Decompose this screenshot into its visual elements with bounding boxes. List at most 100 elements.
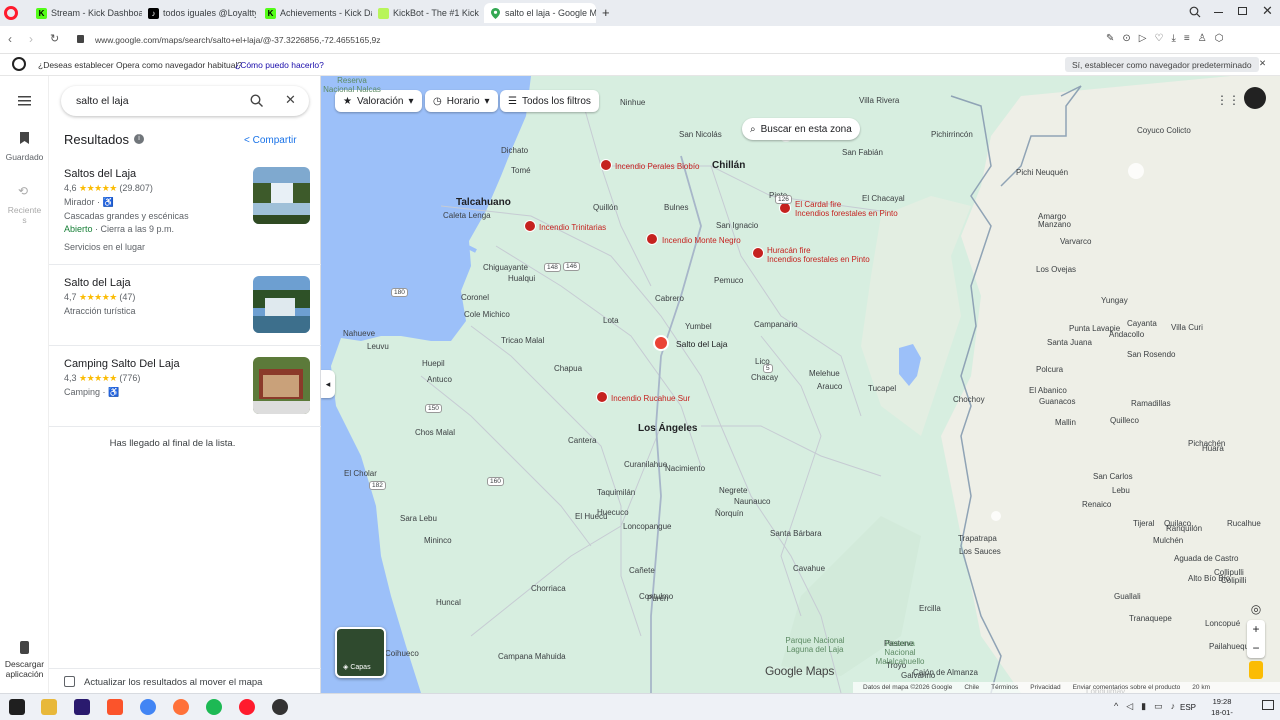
result-title[interactable]: Salto del Laja [64, 277, 131, 289]
place-label[interactable]: Guallali [1114, 592, 1141, 601]
place-label[interactable]: Chorriaca [531, 584, 566, 593]
city-label[interactable]: Chillán [712, 160, 745, 171]
place-label[interactable]: Coronel [461, 293, 489, 302]
extensions-icon[interactable]: ⬡ [1215, 33, 1224, 44]
place-label[interactable]: Caleta Lenga [443, 211, 491, 220]
edit-icon[interactable]: ✎ [1106, 33, 1114, 44]
place-label[interactable]: Polcura [1036, 365, 1063, 374]
menu-icon[interactable]: ≡ [1184, 33, 1190, 44]
place-label[interactable]: Guanacos [1039, 397, 1075, 406]
city-label[interactable]: Talcahuano [456, 197, 511, 208]
network-icon[interactable]: ▭ [1154, 701, 1163, 712]
place-label[interactable]: San Ignacio [716, 221, 758, 230]
place-label[interactable]: San Carlos [1093, 472, 1133, 481]
search-this-area-button[interactable]: ⌕ Buscar en esta zona [742, 118, 860, 140]
obs-icon[interactable] [272, 699, 288, 715]
place-label[interactable]: Lebu [1112, 486, 1130, 495]
camera-icon[interactable]: ⊙ [1122, 33, 1130, 44]
bookmark-icon[interactable] [20, 132, 29, 144]
place-label[interactable]: Aguada de Castro [1174, 554, 1239, 563]
place-label[interactable]: Manzano [1038, 220, 1071, 229]
place-label[interactable]: Chos Malal [415, 428, 455, 437]
selected-place-pin-icon[interactable] [653, 335, 669, 351]
filter-hours-chip[interactable]: ◷ Horario ▾ [425, 90, 498, 112]
place-label[interactable]: Campanario [754, 320, 798, 329]
place-label[interactable]: Pichirrincón [931, 130, 973, 139]
forward-icon[interactable]: › [29, 32, 33, 46]
file-explorer-icon[interactable] [41, 699, 57, 715]
place-label[interactable]: Lota [603, 316, 619, 325]
place-label[interactable]: Cajón de Almanza [913, 668, 978, 677]
history-icon[interactable]: ⟲ [18, 184, 28, 198]
place-label[interactable]: Mulchén [1153, 536, 1183, 545]
place-label[interactable]: El Abanico [1029, 386, 1067, 395]
close-window-icon[interactable]: ✕ [1262, 3, 1273, 19]
my-location-icon[interactable]: ◎ [1247, 600, 1265, 618]
place-label[interactable]: Loncopangue [623, 522, 672, 531]
fire-label[interactable]: Huracán fire Incendios forestales en Pint… [767, 246, 870, 264]
place-label[interactable]: San Rosendo [1127, 350, 1175, 359]
language-indicator[interactable]: ESP [1180, 703, 1196, 712]
place-label[interactable]: Chiguayante [483, 263, 528, 272]
share-button[interactable]: < Compartir [244, 135, 297, 146]
brave-icon[interactable] [107, 699, 123, 715]
street-view-pegman-icon[interactable] [1249, 661, 1263, 679]
premiere-icon[interactable] [74, 699, 90, 715]
place-label[interactable]: Naunauco [734, 497, 770, 506]
fire-label[interactable]: Incendio Monte Negro [662, 236, 741, 245]
place-label[interactable]: San Nicolás [679, 130, 722, 139]
zoom-in-button[interactable]: + [1247, 620, 1265, 639]
back-icon[interactable]: ‹ [8, 32, 12, 46]
place-label[interactable]: Chacay [751, 373, 778, 382]
heart-icon[interactable]: ♡ [1154, 33, 1163, 44]
place-label[interactable]: Cayanta [1127, 319, 1157, 328]
mic-icon[interactable]: ▮ [1141, 701, 1146, 712]
all-filters-chip[interactable]: ☰ Todos los filtros [500, 90, 599, 112]
set-default-button[interactable]: Sí, establecer como navegador predetermi… [1065, 57, 1259, 72]
fire-icon[interactable] [524, 220, 536, 232]
place-label[interactable]: Villa Curi [1171, 323, 1203, 332]
result-photo[interactable] [253, 276, 310, 333]
result-title[interactable]: Camping Salto Del Laja [64, 358, 180, 370]
firefox-icon[interactable] [173, 699, 189, 715]
place-label[interactable]: Santa Juana [1047, 338, 1092, 347]
place-label[interactable]: Huepil [422, 359, 445, 368]
tab-search-icon[interactable] [1189, 6, 1201, 18]
place-label[interactable]: Coihueco [385, 649, 419, 658]
infobar-link[interactable]: ¿Cómo puedo hacerlo? [235, 60, 324, 70]
place-label[interactable]: Cantera [568, 436, 596, 445]
place-label[interactable]: Tucapel [868, 384, 896, 393]
tab-kickbot[interactable]: KickBot - The #1 Kick Bot [372, 3, 482, 23]
result-item[interactable]: Saltos del Laja 4,6 ★★★★★ (29.807) Mirad… [49, 164, 321, 265]
play-icon[interactable]: ▷ [1139, 33, 1147, 44]
place-label[interactable]: Negrete [719, 486, 747, 495]
windows-start-icon[interactable] [9, 699, 25, 715]
opera-logo-icon[interactable] [4, 6, 18, 20]
place-label[interactable]: El Chacayal [862, 194, 905, 203]
result-photo[interactable] [253, 357, 310, 414]
profile-icon[interactable]: ♙ [1198, 33, 1207, 44]
place-label[interactable]: Huecuco [597, 508, 629, 517]
spotify-icon[interactable] [206, 699, 222, 715]
fire-label[interactable]: Incendio Rucahue Sur [611, 394, 690, 403]
place-label[interactable]: Melehue [809, 369, 840, 378]
minimize-icon[interactable] [1214, 12, 1223, 13]
place-label[interactable]: Ramadillas [1131, 399, 1171, 408]
place-label[interactable]: Chapua [554, 364, 582, 373]
result-item[interactable]: Camping Salto Del Laja 4,3 ★★★★★ (776) C… [49, 346, 321, 427]
tab-kick-achievements[interactable]: KAchievements - Kick Dash [259, 3, 372, 23]
place-label[interactable]: Rucalhue [1227, 519, 1261, 528]
place-label[interactable]: Los Sauces [959, 547, 1001, 556]
place-label[interactable]: Pemuco [714, 276, 743, 285]
place-label[interactable]: Coyuco Colicto [1137, 126, 1191, 135]
place-label[interactable]: Los Ovejas [1036, 265, 1076, 274]
place-label[interactable]: Bulnes [664, 203, 688, 212]
download-icon[interactable]: ⤓ [1171, 33, 1175, 44]
collapse-panel-icon[interactable]: ◂ [321, 370, 335, 398]
info-icon[interactable]: i [134, 134, 144, 144]
place-label[interactable]: Cañete [629, 566, 655, 575]
place-label[interactable]: Nacimiento [665, 464, 705, 473]
place-label[interactable]: Chochoy [953, 395, 985, 404]
place-label[interactable]: Hualqui [508, 274, 535, 283]
url-text[interactable]: www.google.com/maps/search/salto+el+laja… [95, 35, 381, 45]
